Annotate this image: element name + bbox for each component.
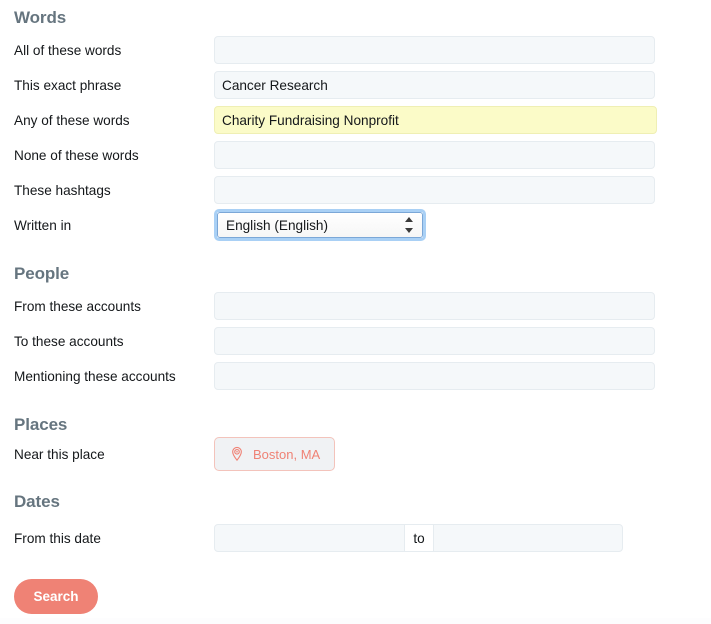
select-written-in-value: English (English) [226,218,328,233]
label-all-of-these-words: All of these words [14,43,122,58]
form-row-any-of-these-words: Any of these words [0,106,711,136]
place-chip-boston[interactable]: Boston, MA [214,437,336,471]
label-none-of-these-words: None of these words [14,148,139,163]
input-date-from[interactable] [214,524,405,552]
chevron-updown-icon[interactable] [404,216,415,236]
input-date-to[interactable] [433,524,623,552]
select-written-in-surface: English (English) [217,212,423,238]
input-this-exact-phrase[interactable] [214,71,655,99]
label-this-exact-phrase: This exact phrase [14,78,122,93]
label-from-these-accounts: From these accounts [14,299,141,314]
label-these-hashtags: These hashtags [14,183,111,198]
form-row-these-hashtags: These hashtags [0,176,711,206]
input-none-of-these-words[interactable] [214,141,655,169]
search-button[interactable]: Search [14,579,98,614]
input-all-of-these-words[interactable] [214,36,655,64]
form-row-near-this-place: Near this place Boston, MA [0,437,711,471]
advanced-search-form: Words All of these words This exact phra… [0,0,711,624]
form-row-mentioning-these-accounts: Mentioning these accounts [0,362,711,392]
form-row-this-exact-phrase: This exact phrase [0,71,711,101]
input-any-of-these-words[interactable] [214,106,657,134]
section-heading-dates: Dates [14,492,60,511]
form-row-from-these-accounts: From these accounts [0,292,711,322]
section-heading-people: People [14,264,70,283]
section-heading-places: Places [14,415,68,434]
page-bottom-edge [0,618,711,624]
label-written-in: Written in [14,218,72,233]
input-from-these-accounts[interactable] [214,292,655,320]
form-row-to-these-accounts: To these accounts [0,327,711,357]
input-to-these-accounts[interactable] [214,327,655,355]
label-near-this-place: Near this place [14,447,105,462]
location-pin-icon [232,446,242,462]
input-these-hashtags[interactable] [214,176,655,204]
form-row-none-of-these-words: None of these words [0,141,711,171]
form-row-written-in: Written in English (English) [0,209,711,241]
label-to-these-accounts: To these accounts [14,334,124,349]
label-from-this-date: From this date [14,531,101,546]
form-row-from-this-date: From this date to [0,524,711,554]
form-row-all-of-these-words: All of these words [0,36,711,66]
select-written-in[interactable]: English (English) [214,209,426,241]
label-mentioning-these-accounts: Mentioning these accounts [14,369,176,384]
place-chip-label: Boston, MA [253,446,321,462]
label-any-of-these-words: Any of these words [14,113,130,128]
section-heading-words: Words [14,8,67,27]
date-range-separator: to [405,524,433,552]
input-mentioning-these-accounts[interactable] [214,362,655,390]
